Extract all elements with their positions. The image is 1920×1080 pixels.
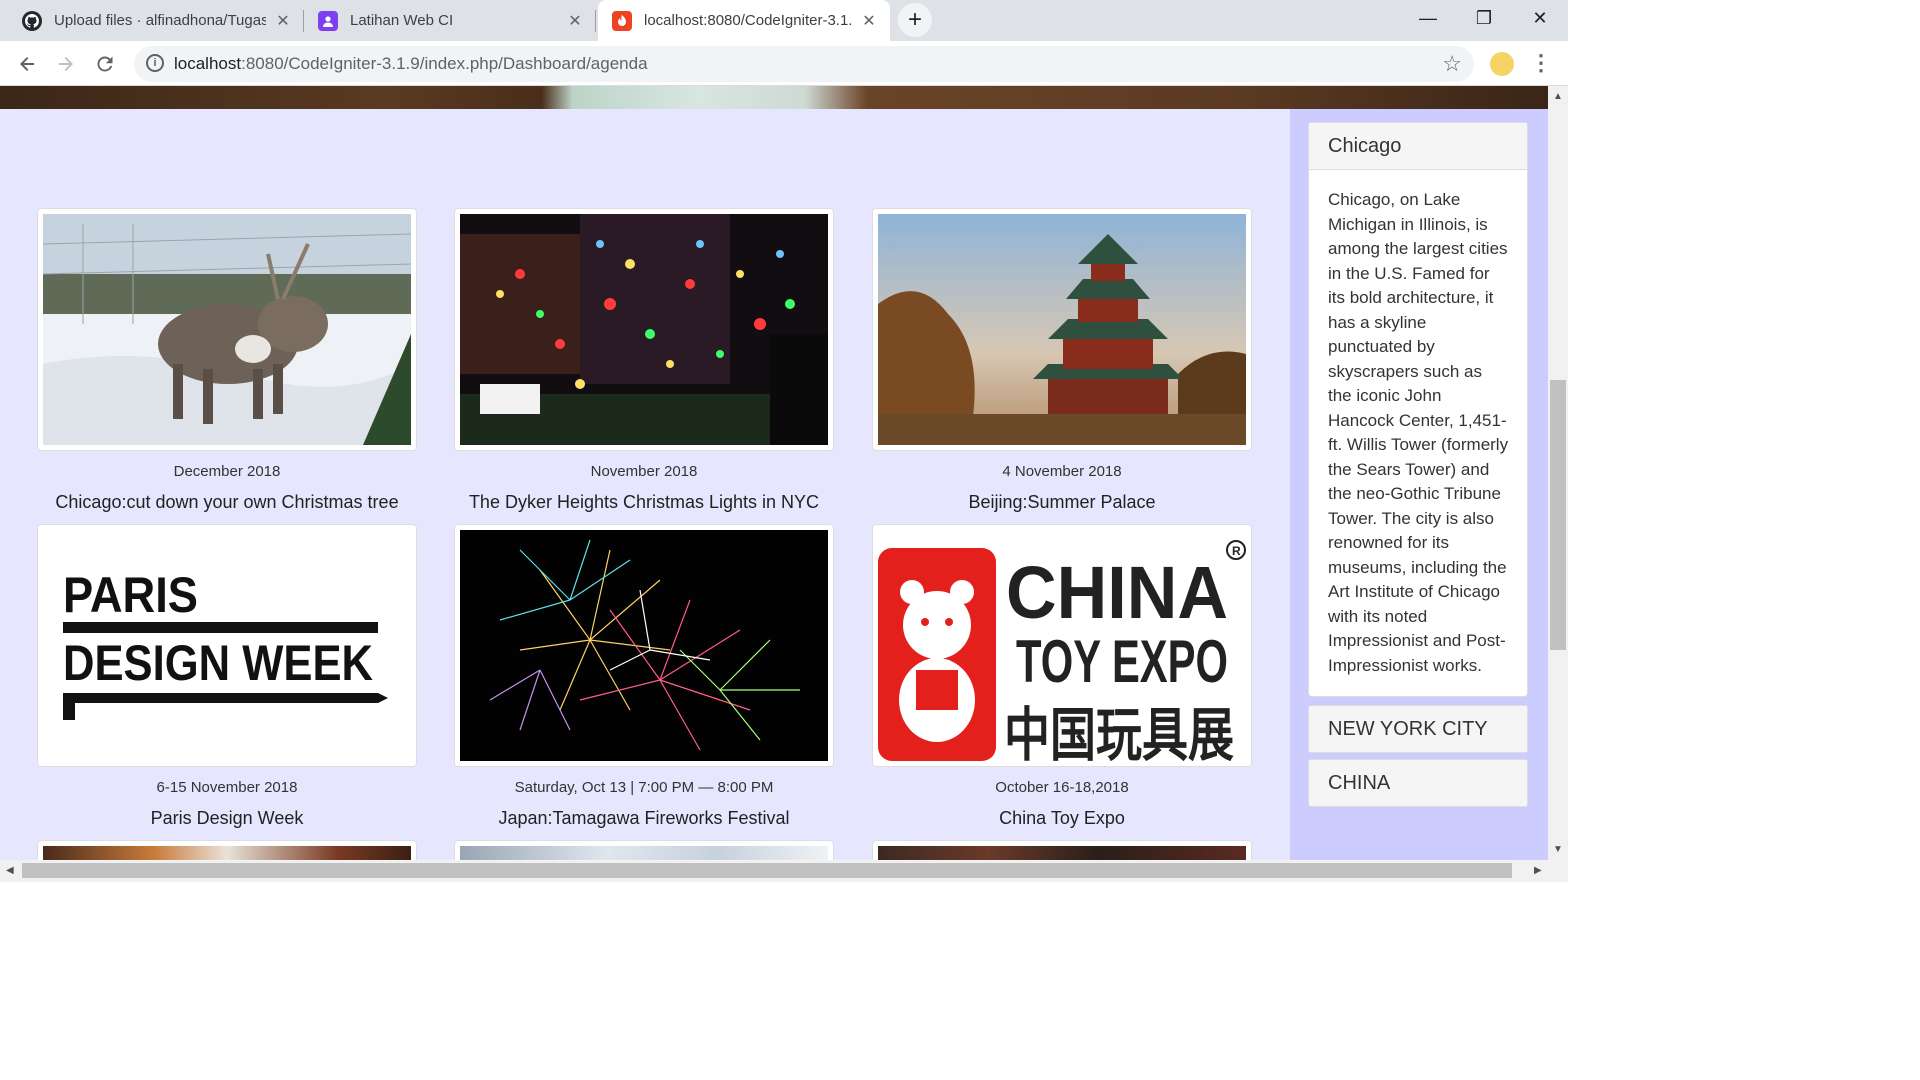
event-card[interactable] <box>37 840 417 860</box>
tab-title: localhost:8080/CodeIgniter-3.1.9/ <box>644 12 852 29</box>
event-title[interactable]: Paris Design Week <box>17 808 437 829</box>
event-title[interactable]: Chicago:cut down your own Christmas tree <box>17 492 437 513</box>
svg-text:R: R <box>1232 544 1241 558</box>
tab-strip: Upload files · alfinadhona/TugasC ✕ Lati… <box>0 0 1568 41</box>
agenda-grid: December 2018 Chicago:cut down your own … <box>0 109 1290 860</box>
svg-text:TOY EXPO: TOY EXPO <box>1016 628 1228 695</box>
svg-text:中国玩具展: 中国玩具展 <box>1004 701 1234 761</box>
panel-body: Chicago, on Lake Michigan in Illinois, i… <box>1309 169 1527 696</box>
paris-design-week-logo: PARIS DESIGN WEEK <box>43 530 411 761</box>
back-icon[interactable] <box>12 49 42 79</box>
tab-github-upload[interactable]: Upload files · alfinadhona/TugasC ✕ <box>8 0 304 41</box>
forward-icon[interactable] <box>51 49 81 79</box>
event-card[interactable] <box>454 208 834 451</box>
address-bar[interactable]: i localhost:8080/CodeIgniter-3.1.9/index… <box>134 46 1474 82</box>
panel-new-york-city[interactable]: NEW YORK CITY <box>1308 705 1528 753</box>
event-date: 4 November 2018 <box>1002 463 1122 480</box>
event-date: 6-15 November 2018 <box>156 779 298 796</box>
classroom-icon <box>318 10 338 31</box>
svg-text:PARIS: PARIS <box>63 567 198 623</box>
fireworks-photo <box>460 530 828 761</box>
scroll-left-arrow-icon[interactable]: ◀ <box>6 865 14 876</box>
scroll-down-arrow-icon[interactable]: ▼ <box>1553 844 1563 855</box>
new-tab-button[interactable]: + <box>898 3 932 37</box>
china-toy-expo-logo: CHINA TOY EXPO 中国玩具展 R <box>878 530 1246 761</box>
codeigniter-icon <box>612 10 632 31</box>
tab-latihan-web-ci[interactable]: Latihan Web CI ✕ <box>304 0 596 41</box>
sidebar: Chicago Chicago, on Lake Michigan in Ill… <box>1290 109 1548 860</box>
browser-toolbar: i localhost:8080/CodeIgniter-3.1.9/index… <box>0 41 1568 86</box>
event-date: Saturday, Oct 13 | 7:00 PM — 8:00 PM <box>514 779 774 796</box>
panel-heading[interactable]: CHINA <box>1309 760 1527 806</box>
event-title[interactable]: China Toy Expo <box>852 808 1272 829</box>
event-card[interactable] <box>454 840 834 860</box>
event-title[interactable]: Beijing:Summer Palace <box>852 492 1272 513</box>
tab-title: Latihan Web CI <box>350 12 454 29</box>
tab-close-icon[interactable]: ✕ <box>566 11 584 31</box>
scroll-right-arrow-icon[interactable]: ▶ <box>1534 865 1542 876</box>
tab-localhost-codeigniter[interactable]: localhost:8080/CodeIgniter-3.1.9/ ✕ <box>598 0 890 41</box>
scroll-up-arrow-icon[interactable]: ▲ <box>1553 91 1563 102</box>
panel-china[interactable]: CHINA <box>1308 759 1528 807</box>
header-banner-image <box>0 86 1548 109</box>
event-photo <box>878 846 1246 860</box>
reindeer-photo <box>43 214 411 445</box>
tab-close-icon[interactable]: ✕ <box>860 11 878 31</box>
minimize-button[interactable]: — <box>1400 0 1456 36</box>
event-date: October 16-18,2018 <box>995 779 1129 796</box>
event-card[interactable]: PARIS DESIGN WEEK <box>37 524 417 767</box>
info-icon[interactable]: i <box>146 54 164 72</box>
tab-title: Upload files · alfinadhona/TugasC <box>54 12 266 29</box>
event-card[interactable] <box>454 524 834 767</box>
event-card[interactable] <box>872 208 1252 451</box>
kebab-menu-icon[interactable]: ⋮ <box>1530 50 1552 76</box>
christmas-lights-photo <box>460 214 828 445</box>
page-viewport: December 2018 Chicago:cut down your own … <box>0 86 1548 860</box>
profile-avatar[interactable] <box>1490 52 1514 76</box>
vertical-scrollbar-thumb[interactable] <box>1550 380 1566 650</box>
panel-chicago: Chicago Chicago, on Lake Michigan in Ill… <box>1308 122 1528 697</box>
event-date: November 2018 <box>590 463 698 480</box>
github-icon <box>22 10 42 31</box>
tab-close-icon[interactable]: ✕ <box>274 11 292 31</box>
event-card[interactable] <box>872 840 1252 860</box>
restore-button[interactable]: ❐ <box>1456 0 1512 36</box>
event-date: December 2018 <box>173 463 281 480</box>
svg-text:DESIGN WEEK: DESIGN WEEK <box>63 635 373 691</box>
horizontal-scrollbar-thumb[interactable] <box>22 863 1512 878</box>
url-text[interactable]: localhost:8080/CodeIgniter-3.1.9/index.p… <box>174 54 648 74</box>
event-card[interactable]: CHINA TOY EXPO 中国玩具展 R <box>872 524 1252 767</box>
reload-icon[interactable] <box>90 49 120 79</box>
event-title[interactable]: The Dyker Heights Christmas Lights in NY… <box>434 492 854 513</box>
close-window-button[interactable]: ✕ <box>1512 0 1568 36</box>
event-card[interactable] <box>37 208 417 451</box>
panel-heading[interactable]: NEW YORK CITY <box>1309 706 1527 752</box>
event-photo <box>460 846 828 860</box>
panel-heading[interactable]: Chicago <box>1309 123 1527 169</box>
summer-palace-photo <box>878 214 1246 445</box>
event-photo <box>43 846 411 860</box>
bookmark-star-icon[interactable]: ☆ <box>1442 51 1462 77</box>
svg-text:CHINA: CHINA <box>1006 551 1228 634</box>
event-title[interactable]: Japan:Tamagawa Fireworks Festival <box>434 808 854 829</box>
